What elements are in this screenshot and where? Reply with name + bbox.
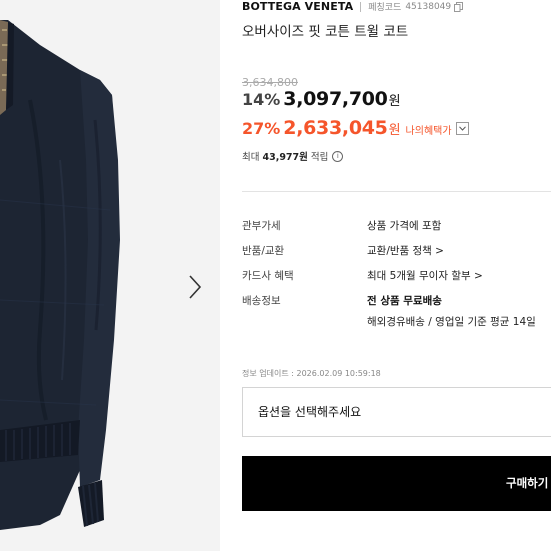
member-price: 2,633,045 bbox=[283, 117, 388, 139]
member-discount-rate: 27% bbox=[242, 119, 281, 138]
member-price-row: 27% 2,633,045 원 나의혜택가 bbox=[242, 117, 469, 139]
chevron-down-icon bbox=[458, 125, 466, 131]
detail-label: 반품/교환 bbox=[242, 245, 285, 257]
image-next-button[interactable] bbox=[180, 270, 210, 304]
shipping-free-text: 전 상품 무료배송 bbox=[367, 295, 442, 307]
product-code-value: 45138049 bbox=[405, 1, 452, 12]
points-prefix: 최대 bbox=[242, 152, 260, 163]
detail-value: 상품 가격에 포함 bbox=[367, 220, 442, 232]
sale-price: 3,097,700 bbox=[283, 88, 388, 110]
sale-price-currency: 원 bbox=[388, 94, 401, 109]
copy-icon[interactable] bbox=[454, 0, 464, 16]
detail-label: 관부가세 bbox=[242, 220, 281, 232]
product-title: 오버사이즈 핏 코튼 트윌 코트 bbox=[242, 24, 409, 40]
product-code-label: 페칭코드 bbox=[368, 3, 402, 13]
benefit-toggle-button[interactable] bbox=[455, 121, 469, 135]
points-row: 최대 43,977원 적립 i bbox=[242, 149, 344, 163]
detail-label: 배송정보 bbox=[242, 295, 281, 307]
product-image-gallery bbox=[0, 0, 220, 551]
points-amount: 43,977원 bbox=[262, 152, 308, 163]
info-icon[interactable]: i bbox=[332, 150, 344, 162]
return-policy-link[interactable]: 교환/반품 정책 > bbox=[367, 243, 444, 258]
my-benefit-label[interactable]: 나의혜택가 bbox=[406, 122, 452, 137]
update-timestamp: 정보 업데이트 : 2026.02.09 10:59:18 bbox=[242, 369, 381, 378]
brand-separator bbox=[360, 1, 362, 12]
brand-row: BOTTEGA VENETA 페칭코드 45138049 bbox=[242, 0, 464, 16]
section-divider bbox=[242, 191, 551, 192]
shipping-eta-text: 해외경유배송 / 영업일 기준 평균 14일 bbox=[367, 316, 536, 328]
points-suffix: 적립 bbox=[310, 152, 329, 163]
detail-label: 카드사 혜택 bbox=[242, 270, 294, 282]
option-select[interactable]: 옵션을 선택해주세요 bbox=[242, 387, 551, 437]
sale-price-row: 14% 3,097,700 원 bbox=[242, 88, 401, 110]
card-benefit-link[interactable]: 최대 5개월 무이자 할부 > bbox=[367, 268, 483, 283]
product-info-panel: BOTTEGA VENETA 페칭코드 45138049 오버사이즈 핏 코튼 … bbox=[242, 0, 551, 551]
discount-rate: 14% bbox=[242, 90, 281, 109]
buy-button[interactable]: 구매하기 bbox=[242, 456, 551, 511]
member-price-currency: 원 bbox=[388, 123, 401, 138]
chevron-right-icon bbox=[189, 275, 202, 299]
brand-name[interactable]: BOTTEGA VENETA bbox=[242, 0, 353, 13]
